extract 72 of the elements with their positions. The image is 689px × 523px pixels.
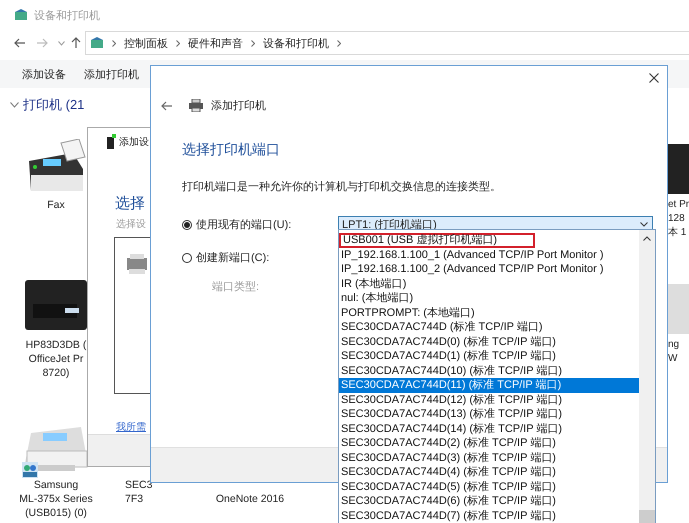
device-name[interactable]: SEC3: [125, 478, 152, 492]
device-name[interactable]: et Pr: [668, 198, 689, 212]
breadcrumb-item[interactable]: 设备和打印机: [263, 36, 329, 50]
radio-option[interactable]: 使用现有的端口(U):: [182, 217, 338, 232]
scrollbar-thumb[interactable]: [639, 510, 655, 523]
chevron-right-icon: [251, 40, 255, 46]
group-header[interactable]: 打印机 (21: [23, 96, 84, 114]
port-list-item[interactable]: IR (本地端口): [339, 276, 639, 291]
toolbar-button[interactable]: 添加打印机: [84, 66, 139, 82]
device-name[interactable]: ML-375x Series: [19, 492, 93, 506]
chevron-down-icon[interactable]: [10, 102, 19, 108]
port-list-item[interactable]: SEC30CDA7AC744D (标准 TCP/IP 端口): [339, 320, 639, 334]
port-list-item[interactable]: SEC30CDA7AC744D(13) (标准 TCP/IP 端口): [339, 407, 639, 422]
toolbar-button[interactable]: 添加设备: [22, 66, 66, 82]
dialog-title: 添加打印机: [211, 99, 266, 113]
port-list-item[interactable]: SEC30CDA7AC744D(2) (标准 TCP/IP 端口): [339, 436, 639, 450]
dropdown-chevron-icon[interactable]: [58, 40, 65, 46]
device-name[interactable]: 7F3: [125, 492, 144, 506]
breadcrumb-item[interactable]: 控制面板: [124, 36, 168, 50]
radio-button[interactable]: [182, 252, 192, 262]
radio-option[interactable]: 创建新端口(C):: [182, 250, 338, 265]
scroll-up-icon[interactable]: [643, 236, 651, 241]
port-list-item[interactable]: USB001 (USB 虚拟打印机端口): [339, 233, 536, 248]
port-list-item[interactable]: PORTPROMPT: (本地端口): [339, 306, 639, 320]
dialog-heading: 选择打印机端口: [182, 141, 281, 159]
port-list-item[interactable]: nul: (本地端口): [339, 291, 639, 306]
device-name[interactable]: Samsung: [34, 478, 78, 492]
device-add-icon: [106, 134, 116, 150]
up-arrow-icon[interactable]: [71, 37, 81, 49]
port-list-item[interactable]: SEC30CDA7AC744D(5) (标准 TCP/IP 端口): [339, 480, 639, 494]
back-icon[interactable]: [161, 100, 173, 110]
chevron-right-icon: [176, 40, 180, 46]
dialog-title: 添加设: [119, 136, 149, 149]
radio-button[interactable]: [182, 220, 192, 230]
port-list-item[interactable]: SEC30CDA7AC744D(14) (标准 TCP/IP 端口): [339, 422, 639, 436]
chevron-down-icon: [640, 222, 648, 227]
device-name[interactable]: OneNote 2016: [216, 492, 284, 506]
address-bar[interactable]: 控制面板 硬件和声音 设备和打印机: [85, 31, 689, 55]
back-icon[interactable]: [14, 38, 26, 48]
device-name[interactable]: 本 1: [668, 226, 686, 240]
users-icon: [22, 462, 38, 478]
device-name[interactable]: OfficeJet Pr: [28, 352, 84, 366]
device-name[interactable]: W: [668, 352, 678, 366]
port-list-item[interactable]: SEC30CDA7AC744D(1) (标准 TCP/IP 端口): [339, 349, 639, 364]
port-list-item[interactable]: SEC30CDA7AC744D(11) (标准 TCP/IP 端口): [339, 378, 639, 392]
port-list-item[interactable]: SEC30CDA7AC744D(12) (标准 TCP/IP 端口): [339, 392, 639, 407]
device-name[interactable]: HP83D3DB (: [26, 338, 86, 352]
device-name[interactable]: ng: [668, 338, 680, 352]
port-type-label: 端口类型:: [212, 280, 260, 294]
port-list-item[interactable]: SEC30CDA7AC744D(7) (标准 TCP/IP 端口): [339, 508, 639, 523]
port-list-item[interactable]: SEC30CDA7AC744D(6) (标准 TCP/IP 端口): [339, 494, 639, 508]
dialog-heading: 选择: [115, 194, 146, 213]
scrollbar[interactable]: [639, 230, 655, 523]
control-panel-icon: [14, 9, 28, 21]
dialog-subtitle: 选择设: [116, 218, 147, 231]
port-list-item[interactable]: SEC30CDA7AC744D(10) (标准 TCP/IP 端口): [339, 364, 639, 378]
dialog-description: 打印机端口是一种允许你的计算机与打印机交换信息的连接类型。: [182, 180, 502, 194]
port-list-item[interactable]: SEC30CDA7AC744D(3) (标准 TCP/IP 端口): [339, 450, 639, 465]
control-panel-icon: [90, 37, 104, 49]
device-name[interactable]: (USB015) (0): [25, 506, 87, 520]
chevron-right-icon: [112, 40, 116, 46]
port-list-item[interactable]: SEC30CDA7AC744D(4) (标准 TCP/IP 端口): [339, 465, 639, 480]
device-name[interactable]: 128: [668, 212, 685, 226]
port-list-item[interactable]: IP_192.168.1.100_2 (Advanced TCP/IP Port Monitor ): [339, 262, 639, 276]
chevron-right-icon: [337, 40, 341, 46]
window-title: 设备和打印机: [34, 8, 100, 22]
port-list-item[interactable]: IP_192.168.1.100_1 (Advanced TCP/IP Port Monitor ): [339, 248, 639, 262]
device-name[interactable]: 8720): [42, 366, 70, 380]
breadcrumb-item[interactable]: 硬件和声音: [188, 36, 243, 50]
device-name[interactable]: Fax: [47, 198, 65, 212]
close-icon[interactable]: [649, 73, 659, 83]
port-list-item[interactable]: SEC30CDA7AC744D(0) (标准 TCP/IP 端口): [339, 334, 639, 349]
